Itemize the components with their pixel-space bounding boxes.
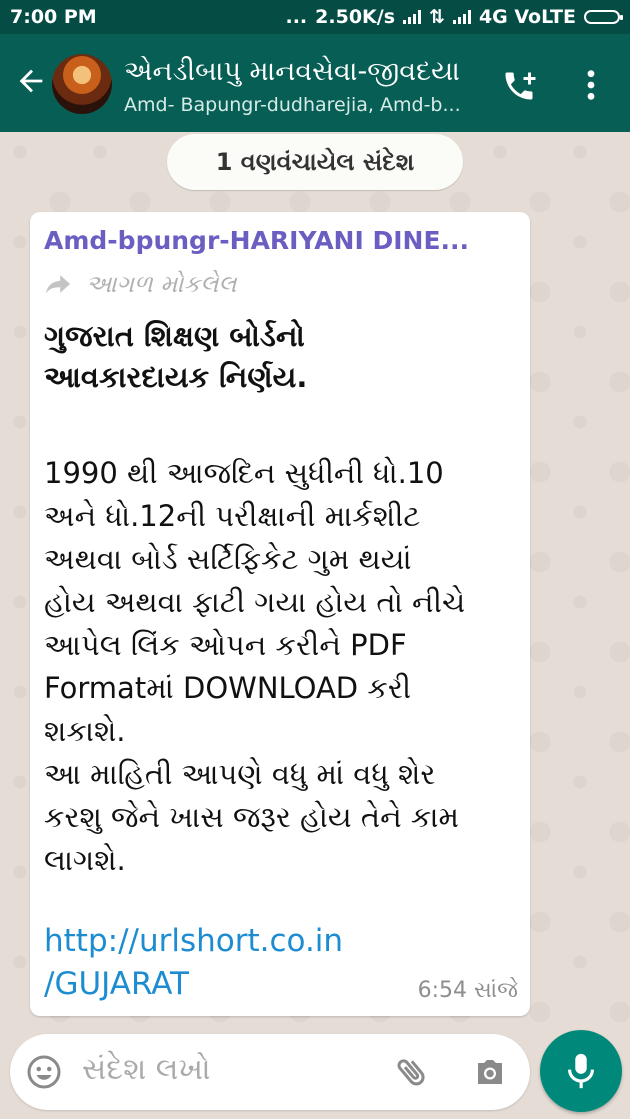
body-line: શકાશે. xyxy=(44,714,126,748)
network-type: 4G VoLTE xyxy=(478,6,576,28)
add-call-icon[interactable] xyxy=(500,68,538,104)
forwarded-label: આગળ મોકલેલ xyxy=(86,270,237,298)
body-line: Formatમાં DOWNLOAD કરી xyxy=(44,671,412,705)
message-time: 6:54 સાંજે xyxy=(417,978,518,1003)
more-vert-icon[interactable] xyxy=(584,68,598,102)
emoji-icon[interactable] xyxy=(26,1054,62,1090)
heading-line: ગુજરાત શિક્ષણ બોર્ડનો xyxy=(44,319,305,353)
message-input[interactable]: સંદેશ લખો xyxy=(82,1052,211,1087)
forward-icon xyxy=(45,275,71,294)
body-line: અથવા બોર્ડ સર્ટિફિકેટ ગુમ થયાં xyxy=(44,542,412,576)
unread-banner: 1 વણવંચાયેલ સંદેશ xyxy=(167,134,463,190)
signal-icon-2 xyxy=(452,10,471,24)
chat-subtitle[interactable]: Amd- Bapungr-dudharejia, Amd-b... xyxy=(124,94,461,116)
battery-icon xyxy=(584,10,623,24)
message-body: 1990 થી આજદિન સુધીની ધો.10 અને ધો.12ની પ… xyxy=(44,452,520,882)
forwarded-row: આગળ મોકલેલ xyxy=(44,270,237,298)
heading-line: આવકારદાયક નિર્ણય. xyxy=(44,360,308,394)
camera-icon[interactable] xyxy=(472,1054,508,1090)
avatar[interactable] xyxy=(52,54,112,114)
body-line: કરશુ જેને ખાસ જરૂર હોય તેને કામ xyxy=(44,800,459,834)
network-speed: 2.50K/s xyxy=(315,6,396,28)
chat-header: એનડીબાપુ માનવસેવા-જીવદયા Amd- Bapungr-du… xyxy=(0,34,630,132)
link-line[interactable]: http://urlshort.co.in xyxy=(44,920,424,963)
data-arrows-icon: ⇅ xyxy=(429,6,445,28)
attach-icon[interactable] xyxy=(394,1054,430,1090)
status-dots: ... xyxy=(285,6,308,28)
chat-title[interactable]: એનડીબાપુ માનવસેવા-જીવદયા xyxy=(124,56,460,88)
status-bar: 7:00 PM ... 2.50K/s ⇅ 4G VoLTE xyxy=(0,0,630,34)
body-line: અને ધો.12ની પરીક્ષાની માર્કશીટ xyxy=(44,499,421,533)
message-input-box[interactable]: સંદેશ લખો xyxy=(10,1034,530,1110)
link-line[interactable]: /GUJARAT xyxy=(44,963,424,1006)
body-line: 1990 થી આજદિન સુધીની ધો.10 xyxy=(44,456,444,490)
message-heading: ગુજરાત શિક્ષણ બોર્ડનો આવકારદાયક નિર્ણય. xyxy=(44,316,514,398)
body-line: હોય અથવા ફાટી ગયા હોય તો નીચે xyxy=(44,585,466,619)
signal-icon xyxy=(403,10,422,24)
body-line: આપેલ લિંક ઓપન કરીને PDF xyxy=(44,628,407,662)
status-right: ... 2.50K/s ⇅ 4G VoLTE xyxy=(286,6,630,28)
body-line: લાગશે. xyxy=(44,843,126,877)
back-arrow-icon[interactable] xyxy=(14,64,48,98)
body-line: આ માહિતી આપણે વધુ માં વધુ શેર xyxy=(44,757,436,791)
mic-button[interactable] xyxy=(540,1030,622,1112)
message-link[interactable]: http://urlshort.co.in /GUJARAT xyxy=(44,920,424,1006)
message-bubble[interactable]: Amd-bpungr-HARIYANI DINE... આગળ મોકલેલ ગ… xyxy=(30,212,530,1016)
mic-icon xyxy=(568,1053,594,1089)
status-time: 7:00 PM xyxy=(10,6,97,28)
message-sender[interactable]: Amd-bpungr-HARIYANI DINE... xyxy=(44,226,469,255)
